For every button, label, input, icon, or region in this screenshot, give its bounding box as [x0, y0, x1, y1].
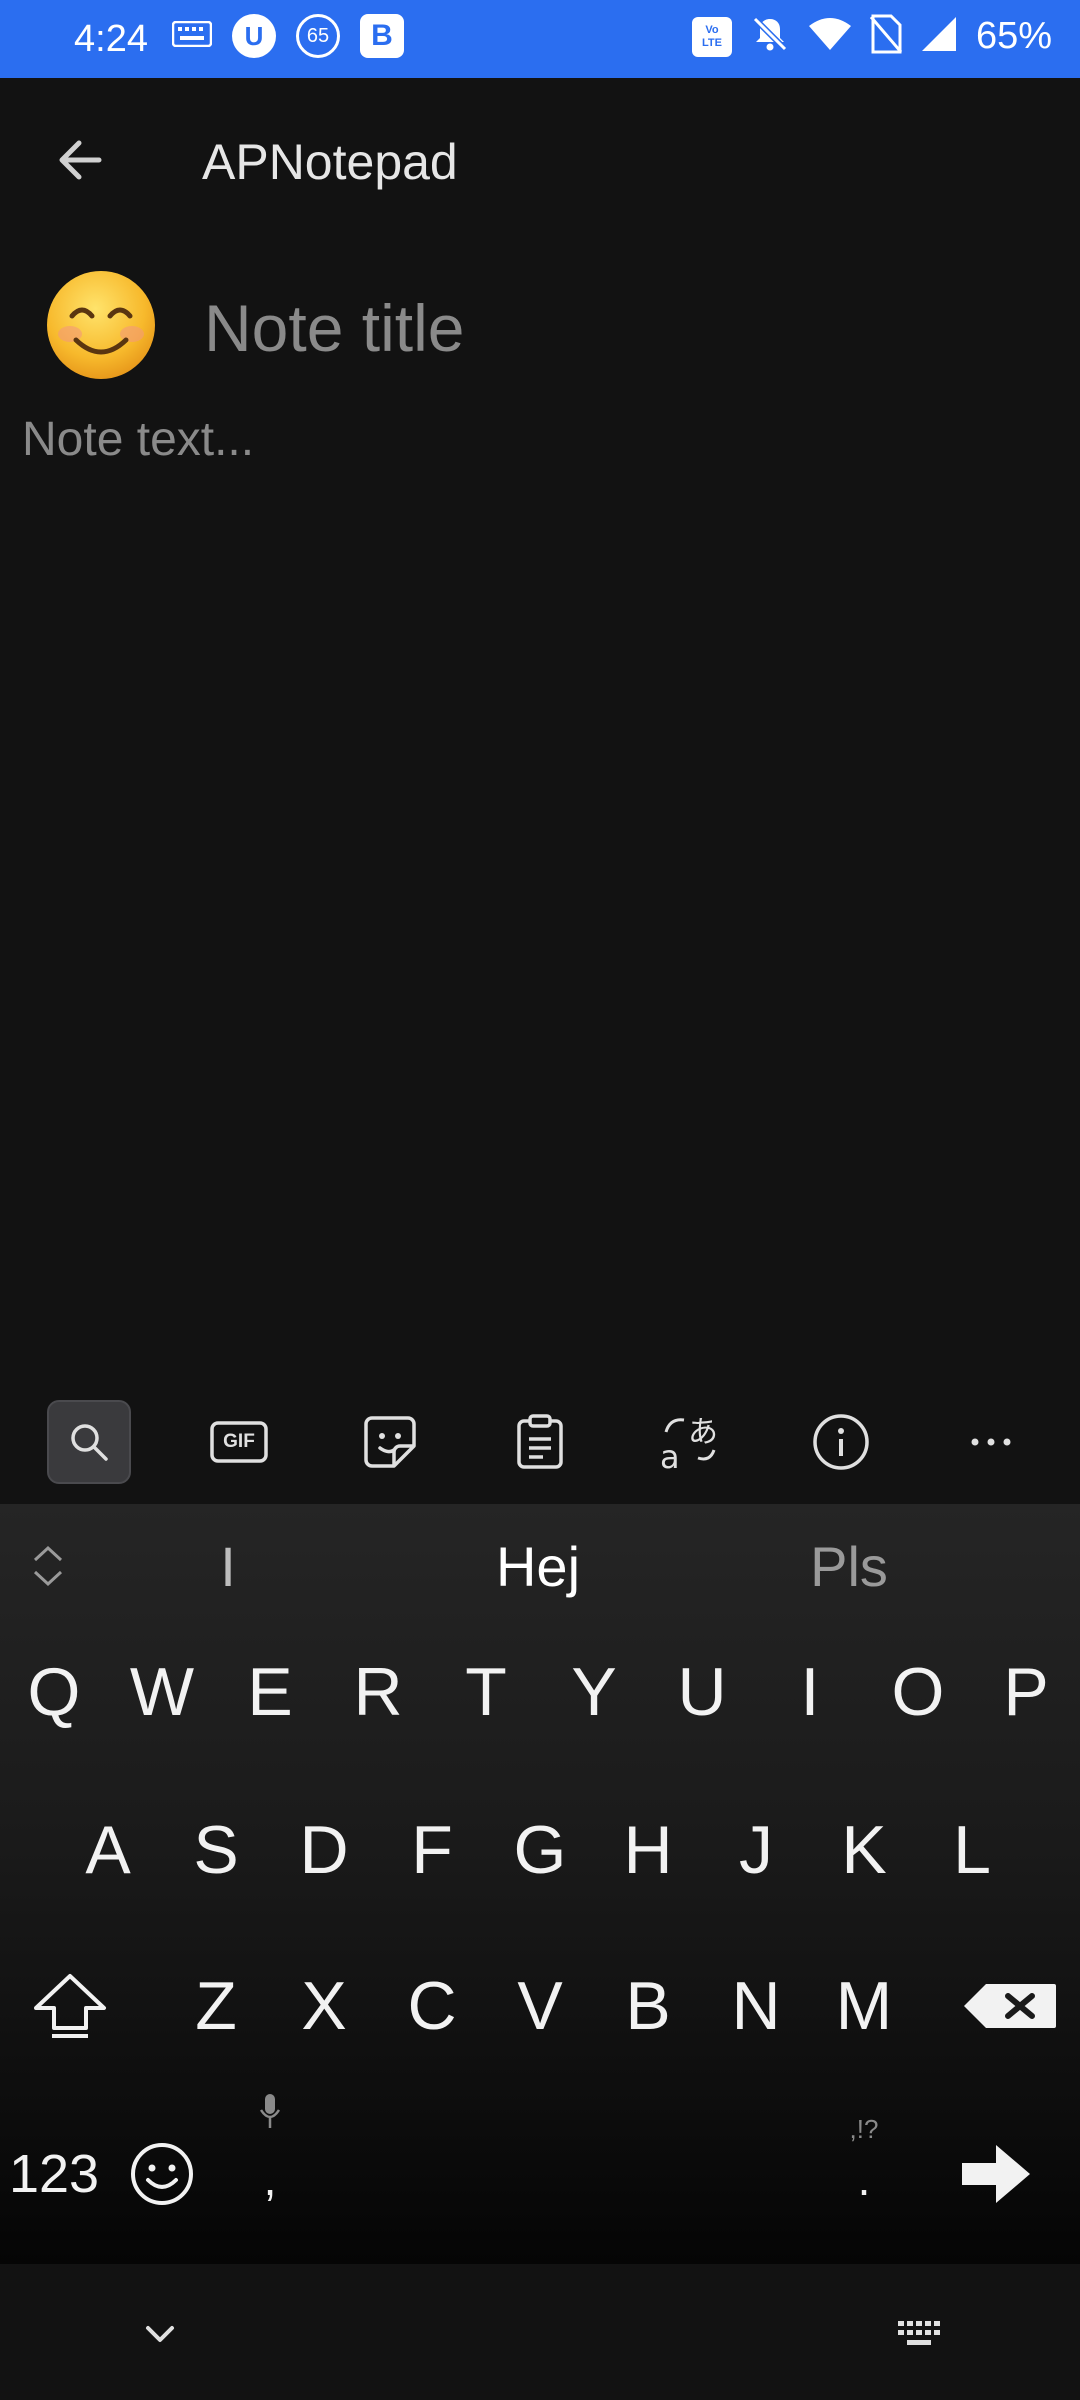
key-d[interactable]: D — [274, 1780, 374, 1920]
key-f[interactable]: F — [382, 1780, 482, 1920]
period-key[interactable]: ,!? . — [814, 2104, 914, 2244]
key-z[interactable]: Z — [166, 1936, 266, 2076]
volte-bottom: LTE — [701, 36, 722, 49]
note-text-input[interactable]: Note text... — [22, 412, 254, 467]
collapse-icon — [33, 1545, 63, 1587]
volte-icon: Vo LTE — [691, 16, 732, 57]
kb-more-button[interactable] — [949, 1400, 1033, 1484]
key-t[interactable]: T — [436, 1622, 536, 1762]
chevron-down-icon — [146, 2326, 174, 2342]
bell-off-icon — [750, 14, 790, 59]
65-circle-icon: 65 — [296, 14, 340, 58]
key-i[interactable]: I — [760, 1622, 860, 1762]
key-w[interactable]: W — [112, 1622, 212, 1762]
arrow-right-icon — [962, 2145, 1030, 2203]
key-q[interactable]: Q — [4, 1622, 104, 1762]
key-n[interactable]: N — [706, 1936, 806, 2076]
key-a[interactable]: A — [58, 1780, 158, 1920]
backspace-icon — [964, 1984, 1056, 2028]
info-icon — [813, 1414, 869, 1470]
u-circle-icon: U — [232, 14, 276, 58]
suggestion-2[interactable]: Hej — [496, 1534, 580, 1599]
key-v[interactable]: V — [490, 1936, 590, 2076]
note-title-input[interactable]: Note title — [204, 290, 464, 366]
shift-key[interactable] — [10, 1936, 130, 2076]
smiling-face-icon — [47, 271, 155, 379]
translate-icon: aあ — [660, 1415, 718, 1472]
key-r[interactable]: R — [328, 1622, 428, 1762]
search-icon — [71, 1424, 108, 1461]
system-icons: Vo LTE 65% — [691, 14, 1052, 59]
navigation-bar — [0, 2264, 1080, 2400]
signal-icon — [920, 15, 958, 58]
suggestion-bar: I Hej Pls — [0, 1504, 1080, 1630]
b-square-icon: B — [360, 14, 404, 58]
shift-icon — [34, 1974, 106, 2038]
emoji-key[interactable] — [112, 2104, 212, 2244]
notification-icons: U 65 B — [171, 14, 404, 58]
numbers-key[interactable]: 123 — [4, 2104, 104, 2244]
key-g[interactable]: G — [490, 1780, 590, 1920]
status-time: 4:24 — [74, 18, 148, 60]
key-u[interactable]: U — [652, 1622, 752, 1762]
space-key[interactable] — [280, 2104, 800, 2244]
battery-percent: 65% — [975, 15, 1052, 57]
app-title: APNotepad — [202, 134, 458, 190]
back-button[interactable] — [40, 120, 120, 200]
key-e[interactable]: E — [220, 1622, 320, 1762]
svg-text:a: a — [660, 1438, 680, 1472]
kb-gif-button[interactable]: GIF — [197, 1400, 281, 1484]
punctuation-hint: ,!? — [849, 2114, 879, 2144]
keyboard-icon — [171, 20, 213, 52]
comma-label: , — [263, 2153, 277, 2205]
svg-text:あ: あ — [688, 1415, 718, 1450]
enter-key[interactable] — [926, 2104, 1066, 2244]
app-bar: APNotepad — [0, 78, 1080, 240]
key-h[interactable]: H — [598, 1780, 698, 1920]
key-l[interactable]: L — [922, 1780, 1022, 1920]
hide-keyboard-button[interactable] — [120, 2294, 200, 2374]
key-m[interactable]: M — [814, 1936, 914, 2076]
key-x[interactable]: X — [274, 1936, 374, 2076]
keyboard-toolbar: GIF aあ — [0, 1380, 1080, 1504]
suggestion-3[interactable]: Pls — [810, 1534, 888, 1599]
period-label: . — [857, 2153, 871, 2205]
key-b[interactable]: B — [598, 1936, 698, 2076]
kb-translate-button[interactable]: aあ — [648, 1400, 732, 1484]
kb-search-button[interactable] — [47, 1400, 131, 1484]
status-bar: 4:24 U 65 B Vo LTE 65% — [0, 0, 1080, 78]
key-p[interactable]: P — [976, 1622, 1076, 1762]
key-k[interactable]: K — [814, 1780, 914, 1920]
note-emoji-button[interactable] — [44, 268, 158, 382]
sticker-icon — [364, 1416, 416, 1468]
more-icon — [971, 1438, 1011, 1446]
kb-clipboard-button[interactable] — [498, 1400, 582, 1484]
switch-keyboard-button[interactable] — [880, 2294, 960, 2374]
key-o[interactable]: O — [868, 1622, 968, 1762]
arrow-left-icon — [59, 140, 102, 180]
no-sim-icon — [869, 14, 903, 59]
collapse-suggestions-button[interactable] — [22, 1536, 74, 1596]
key-y[interactable]: Y — [544, 1622, 644, 1762]
wifi-icon — [808, 16, 852, 57]
backspace-key[interactable] — [950, 1936, 1070, 2076]
gif-label: GIF — [223, 1431, 255, 1452]
volte-top: Vo — [705, 23, 719, 36]
kb-info-button[interactable] — [799, 1400, 883, 1484]
key-s[interactable]: S — [166, 1780, 266, 1920]
keyboard-icon — [898, 2321, 940, 2345]
kb-sticker-button[interactable] — [348, 1400, 432, 1484]
clipboard-icon — [517, 1414, 563, 1469]
mic-icon — [259, 2094, 281, 2128]
suggestion-1[interactable]: I — [220, 1534, 236, 1599]
key-c[interactable]: C — [382, 1936, 482, 2076]
keyboard: I Hej Pls Q W E R T Y U I O P A S D F G … — [0, 1504, 1080, 2264]
key-j[interactable]: J — [706, 1780, 806, 1920]
smiley-icon — [131, 2143, 193, 2205]
